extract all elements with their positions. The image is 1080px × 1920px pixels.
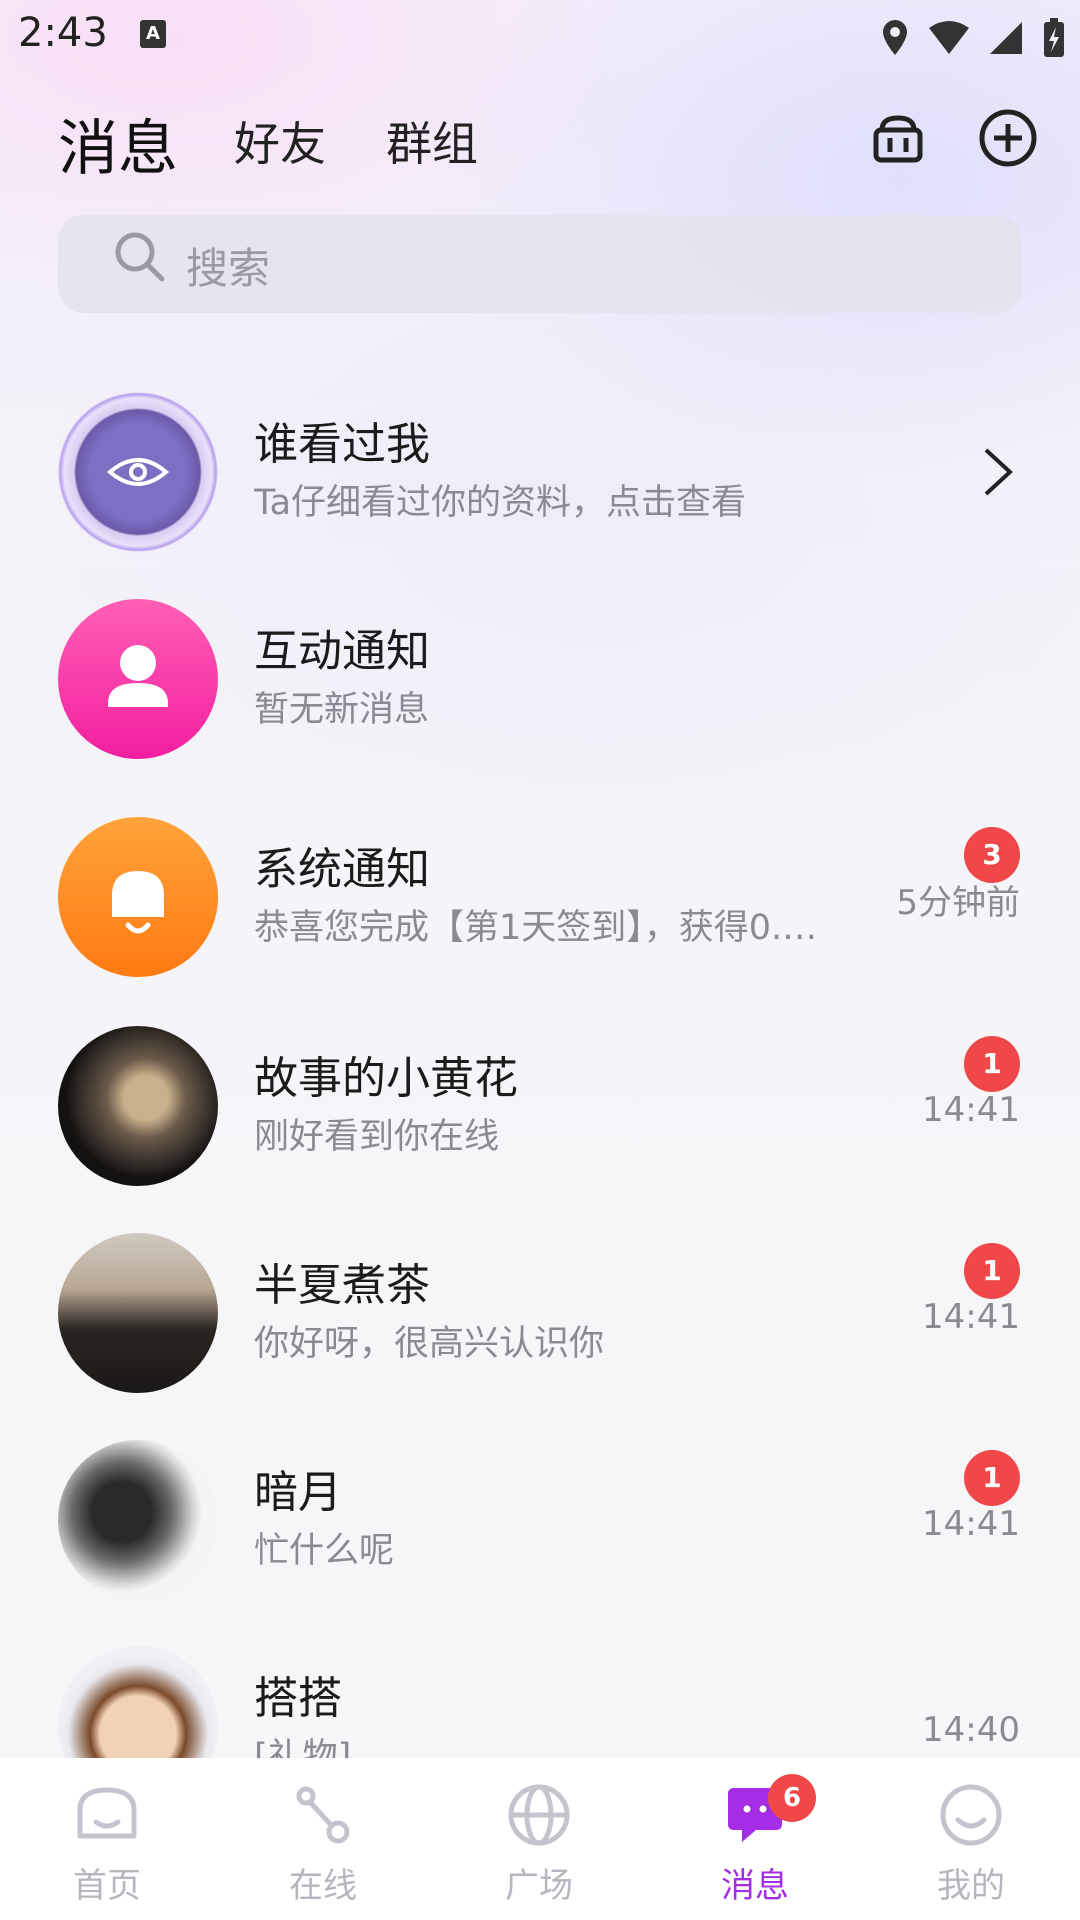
bell-icon (112, 871, 164, 934)
nav-label: 在线 (289, 1866, 357, 1906)
row-time: 14:41 (922, 1090, 1020, 1130)
wifi-icon (929, 21, 969, 54)
row-subtitle: 恭喜您完成【第1天签到】，获得0.… (254, 908, 818, 948)
status-icons (880, 14, 1066, 62)
nav-label: 首页 (73, 1866, 141, 1906)
nav-square[interactable]: 广场 (464, 1780, 614, 1907)
row-subtitle: 忙什么呢 (254, 1531, 395, 1571)
home-icon (77, 1787, 137, 1839)
row-subtitle: 暂无新消息 (254, 690, 430, 730)
row-title: 半夏煮茶 (254, 1260, 430, 1311)
status-bar: 2:43 A (0, 0, 1080, 76)
unread-badge: 1 (964, 1450, 1020, 1506)
unread-badge: 1 (964, 1243, 1020, 1299)
row-time: 5分钟前 (896, 883, 1020, 923)
row-time: 14:41 (922, 1504, 1020, 1544)
message-count-badge: 6 (768, 1774, 816, 1822)
row-time: 14:41 (922, 1297, 1020, 1337)
nav-label: 消息 (721, 1866, 789, 1906)
row-subtitle: Ta仔细看过你的资料，点击查看 (254, 483, 747, 523)
eye-icon (106, 458, 170, 486)
avatar (58, 1440, 218, 1600)
avatar (58, 1233, 218, 1393)
row-title: 搭搭 (254, 1673, 342, 1724)
row-subtitle: 刚好看到你在线 (254, 1117, 500, 1157)
row-title: 系统通知 (254, 844, 430, 895)
tab-groups[interactable]: 群组 (386, 108, 478, 174)
notification-a-icon: A (140, 20, 166, 48)
search-placeholder: 搜索 (186, 244, 271, 293)
row-title: 谁看过我 (254, 419, 430, 470)
bottom-nav: 首页 在线 广场 6 消息 我的 (0, 1758, 1080, 1920)
interaction-avatar (58, 599, 218, 759)
tab-messages[interactable]: 消息 (58, 100, 178, 187)
basket-icon[interactable] (868, 108, 928, 168)
row-time: 14:40 (922, 1710, 1020, 1750)
nav-label: 我的 (937, 1866, 1005, 1906)
unread-badge: 1 (964, 1036, 1020, 1092)
list-item-system[interactable]: 系统通知 恭喜您完成【第1天签到】，获得0.… 3 5分钟前 (0, 781, 1080, 981)
list-item-who-viewed[interactable]: 谁看过我 Ta仔细看过你的资料，点击查看 (0, 356, 1080, 556)
add-circle-icon[interactable] (978, 108, 1038, 168)
list-item-interaction[interactable]: 互动通知 暂无新消息 (0, 563, 1080, 763)
location-icon (883, 20, 907, 55)
eye-avatar (58, 392, 218, 552)
row-title: 故事的小黄花 (254, 1053, 518, 1104)
battery-icon (1044, 18, 1064, 57)
nav-home[interactable]: 首页 (32, 1780, 182, 1907)
list-item-chat[interactable]: 故事的小黄花 刚好看到你在线 1 14:41 (0, 990, 1080, 1190)
tab-friends[interactable]: 好友 (234, 108, 326, 174)
search-icon (115, 232, 165, 282)
row-title: 互动通知 (254, 626, 430, 677)
online-icon (296, 1786, 350, 1844)
nav-profile[interactable]: 我的 (896, 1780, 1046, 1907)
user-icon (108, 645, 168, 707)
search-input[interactable]: 搜索 (58, 215, 1022, 313)
header-actions (868, 108, 1038, 168)
signal-icon (990, 22, 1022, 54)
list-item-chat[interactable]: 暗月 忙什么呢 1 14:41 (0, 1404, 1080, 1604)
chevron-right-icon (984, 448, 1013, 496)
profile-icon (940, 1784, 1002, 1846)
list-item-chat[interactable]: 搭搭 [礼物] 14:40 (0, 1610, 1080, 1758)
avatar (58, 1026, 218, 1186)
status-time: 2:43 (18, 10, 108, 56)
globe-icon (508, 1784, 570, 1846)
row-subtitle: [礼物] (254, 1737, 352, 1758)
nav-online[interactable]: 在线 (248, 1780, 398, 1907)
avatar (58, 1646, 218, 1758)
row-subtitle: 你好呀，很高兴认识你 (254, 1324, 605, 1364)
nav-label: 广场 (505, 1866, 573, 1906)
row-title: 暗月 (254, 1467, 342, 1518)
nav-messages[interactable]: 6 消息 (680, 1774, 830, 1907)
system-avatar (58, 817, 218, 977)
list-item-chat[interactable]: 半夏煮茶 你好呀，很高兴认识你 1 14:41 (0, 1197, 1080, 1397)
header: 消息 好友 群组 (58, 108, 1038, 184)
